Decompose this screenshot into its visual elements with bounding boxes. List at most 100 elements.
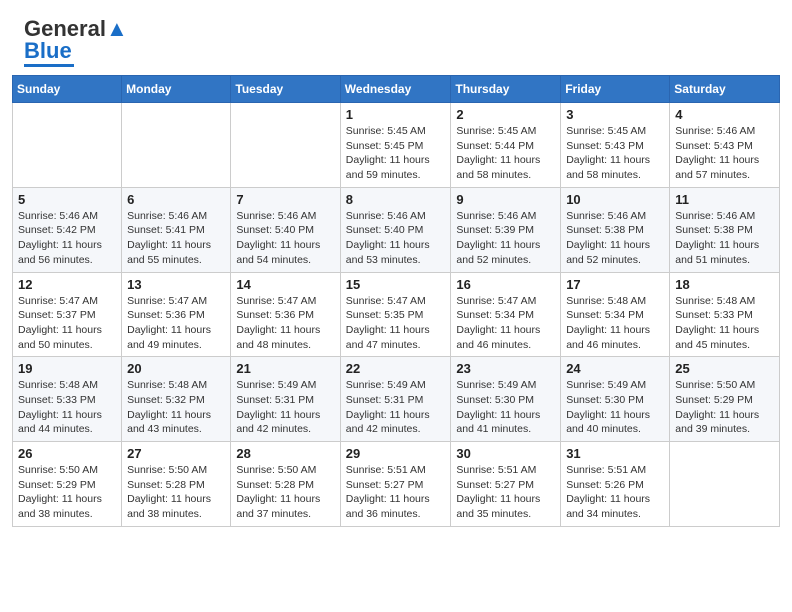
day-info: Sunrise: 5:46 AM Sunset: 5:38 PM Dayligh… [675,209,774,268]
calendar-cell: 27 Sunrise: 5:50 AM Sunset: 5:28 PM Dayli… [122,442,231,527]
day-number: 4 [675,107,774,122]
day-number: 9 [456,192,555,207]
day-info: Sunrise: 5:51 AM Sunset: 5:27 PM Dayligh… [346,463,446,522]
day-info: Sunrise: 5:50 AM Sunset: 5:28 PM Dayligh… [127,463,225,522]
day-number: 15 [346,277,446,292]
day-info: Sunrise: 5:45 AM Sunset: 5:43 PM Dayligh… [566,124,664,183]
logo-text: General▲ Blue [24,18,128,62]
day-number: 6 [127,192,225,207]
calendar-cell: 26Sunrise: 5:50 AM Sunset: 5:29 PM Dayli… [13,442,122,527]
day-number: 11 [675,192,774,207]
calendar-cell: 23 Sunrise: 5:49 AM Sunset: 5:30 PM Dayli… [451,357,561,442]
calendar-cell: 14 Sunrise: 5:47 AM Sunset: 5:36 PM Dayli… [231,272,340,357]
day-number: 14 [236,277,334,292]
day-number: 17 [566,277,664,292]
day-number: 31 [566,446,664,461]
calendar-cell [670,442,780,527]
calendar-table: SundayMondayTuesdayWednesdayThursdayFrid… [12,75,780,527]
day-info: Sunrise: 5:45 AM Sunset: 5:44 PM Dayligh… [456,124,555,183]
calendar-cell [13,103,122,188]
day-number: 29 [346,446,446,461]
day-info: Sunrise: 5:47 AM Sunset: 5:37 PM Dayligh… [18,294,116,353]
calendar-cell: 13 Sunrise: 5:47 AM Sunset: 5:36 PM Dayli… [122,272,231,357]
day-info: Sunrise: 5:46 AM Sunset: 5:40 PM Dayligh… [236,209,334,268]
day-number: 25 [675,361,774,376]
calendar-cell: 21Sunrise: 5:49 AM Sunset: 5:31 PM Dayli… [231,357,340,442]
calendar-cell: 25 Sunrise: 5:50 AM Sunset: 5:29 PM Dayli… [670,357,780,442]
calendar-cell: 22 Sunrise: 5:49 AM Sunset: 5:31 PM Dayli… [340,357,451,442]
day-number: 24 [566,361,664,376]
weekday-header: Friday [561,76,670,103]
day-info: Sunrise: 5:49 AM Sunset: 5:31 PM Dayligh… [236,378,334,437]
day-info: Sunrise: 5:47 AM Sunset: 5:35 PM Dayligh… [346,294,446,353]
calendar-cell: 29 Sunrise: 5:51 AM Sunset: 5:27 PM Dayli… [340,442,451,527]
calendar-cell: 15 Sunrise: 5:47 AM Sunset: 5:35 PM Dayli… [340,272,451,357]
weekday-header: Tuesday [231,76,340,103]
calendar-cell: 3 Sunrise: 5:45 AM Sunset: 5:43 PM Daylig… [561,103,670,188]
calendar-cell: 2 Sunrise: 5:45 AM Sunset: 5:44 PM Daylig… [451,103,561,188]
day-info: Sunrise: 5:50 AM Sunset: 5:28 PM Dayligh… [236,463,334,522]
day-info: Sunrise: 5:48 AM Sunset: 5:33 PM Dayligh… [18,378,116,437]
logo: General▲ Blue [24,18,128,67]
day-info: Sunrise: 5:49 AM Sunset: 5:31 PM Dayligh… [346,378,446,437]
day-number: 5 [18,192,116,207]
calendar-cell: 28 Sunrise: 5:50 AM Sunset: 5:28 PM Dayli… [231,442,340,527]
day-number: 28 [236,446,334,461]
day-info: Sunrise: 5:47 AM Sunset: 5:36 PM Dayligh… [236,294,334,353]
calendar-cell: 24 Sunrise: 5:49 AM Sunset: 5:30 PM Dayli… [561,357,670,442]
calendar-cell: 12Sunrise: 5:47 AM Sunset: 5:37 PM Dayli… [13,272,122,357]
day-info: Sunrise: 5:48 AM Sunset: 5:33 PM Dayligh… [675,294,774,353]
day-number: 30 [456,446,555,461]
calendar-cell: 5 Sunrise: 5:46 AM Sunset: 5:42 PM Daylig… [13,187,122,272]
day-info: Sunrise: 5:46 AM Sunset: 5:38 PM Dayligh… [566,209,664,268]
calendar: SundayMondayTuesdayWednesdayThursdayFrid… [0,75,792,539]
day-number: 16 [456,277,555,292]
day-number: 2 [456,107,555,122]
day-info: Sunrise: 5:48 AM Sunset: 5:32 PM Dayligh… [127,378,225,437]
day-number: 20 [127,361,225,376]
day-info: Sunrise: 5:46 AM Sunset: 5:39 PM Dayligh… [456,209,555,268]
day-number: 8 [346,192,446,207]
calendar-cell: 19 Sunrise: 5:48 AM Sunset: 5:33 PM Dayli… [13,357,122,442]
calendar-cell: 30 Sunrise: 5:51 AM Sunset: 5:27 PM Dayli… [451,442,561,527]
page-header: General▲ Blue [0,0,792,75]
day-number: 22 [346,361,446,376]
day-info: Sunrise: 5:49 AM Sunset: 5:30 PM Dayligh… [456,378,555,437]
calendar-cell: 9 Sunrise: 5:46 AM Sunset: 5:39 PM Daylig… [451,187,561,272]
calendar-cell: 20 Sunrise: 5:48 AM Sunset: 5:32 PM Dayli… [122,357,231,442]
day-info: Sunrise: 5:49 AM Sunset: 5:30 PM Dayligh… [566,378,664,437]
day-info: Sunrise: 5:50 AM Sunset: 5:29 PM Dayligh… [675,378,774,437]
weekday-header: Sunday [13,76,122,103]
calendar-cell: 17 Sunrise: 5:48 AM Sunset: 5:34 PM Dayli… [561,272,670,357]
day-info: Sunrise: 5:45 AM Sunset: 5:45 PM Dayligh… [346,124,446,183]
calendar-cell: 16 Sunrise: 5:47 AM Sunset: 5:34 PM Dayli… [451,272,561,357]
day-number: 19 [18,361,116,376]
calendar-cell: 1 Sunrise: 5:45 AM Sunset: 5:45 PM Daylig… [340,103,451,188]
day-number: 1 [346,107,446,122]
day-info: Sunrise: 5:48 AM Sunset: 5:34 PM Dayligh… [566,294,664,353]
day-info: Sunrise: 5:46 AM Sunset: 5:43 PM Dayligh… [675,124,774,183]
calendar-cell: 10Sunrise: 5:46 AM Sunset: 5:38 PM Dayli… [561,187,670,272]
day-info: Sunrise: 5:46 AM Sunset: 5:42 PM Dayligh… [18,209,116,268]
day-number: 3 [566,107,664,122]
day-info: Sunrise: 5:46 AM Sunset: 5:40 PM Dayligh… [346,209,446,268]
day-info: Sunrise: 5:47 AM Sunset: 5:34 PM Dayligh… [456,294,555,353]
day-number: 23 [456,361,555,376]
day-info: Sunrise: 5:51 AM Sunset: 5:27 PM Dayligh… [456,463,555,522]
weekday-header: Monday [122,76,231,103]
calendar-cell: 8 Sunrise: 5:46 AM Sunset: 5:40 PM Daylig… [340,187,451,272]
day-info: Sunrise: 5:51 AM Sunset: 5:26 PM Dayligh… [566,463,664,522]
day-info: Sunrise: 5:47 AM Sunset: 5:36 PM Dayligh… [127,294,225,353]
day-number: 26 [18,446,116,461]
calendar-cell: 7 Sunrise: 5:46 AM Sunset: 5:40 PM Daylig… [231,187,340,272]
calendar-cell [122,103,231,188]
calendar-cell: 31 Sunrise: 5:51 AM Sunset: 5:26 PM Dayli… [561,442,670,527]
weekday-header: Wednesday [340,76,451,103]
calendar-cell [231,103,340,188]
day-number: 27 [127,446,225,461]
day-info: Sunrise: 5:46 AM Sunset: 5:41 PM Dayligh… [127,209,225,268]
calendar-cell: 11 Sunrise: 5:46 AM Sunset: 5:38 PM Dayli… [670,187,780,272]
day-number: 13 [127,277,225,292]
day-number: 7 [236,192,334,207]
calendar-cell: 6 Sunrise: 5:46 AM Sunset: 5:41 PM Daylig… [122,187,231,272]
